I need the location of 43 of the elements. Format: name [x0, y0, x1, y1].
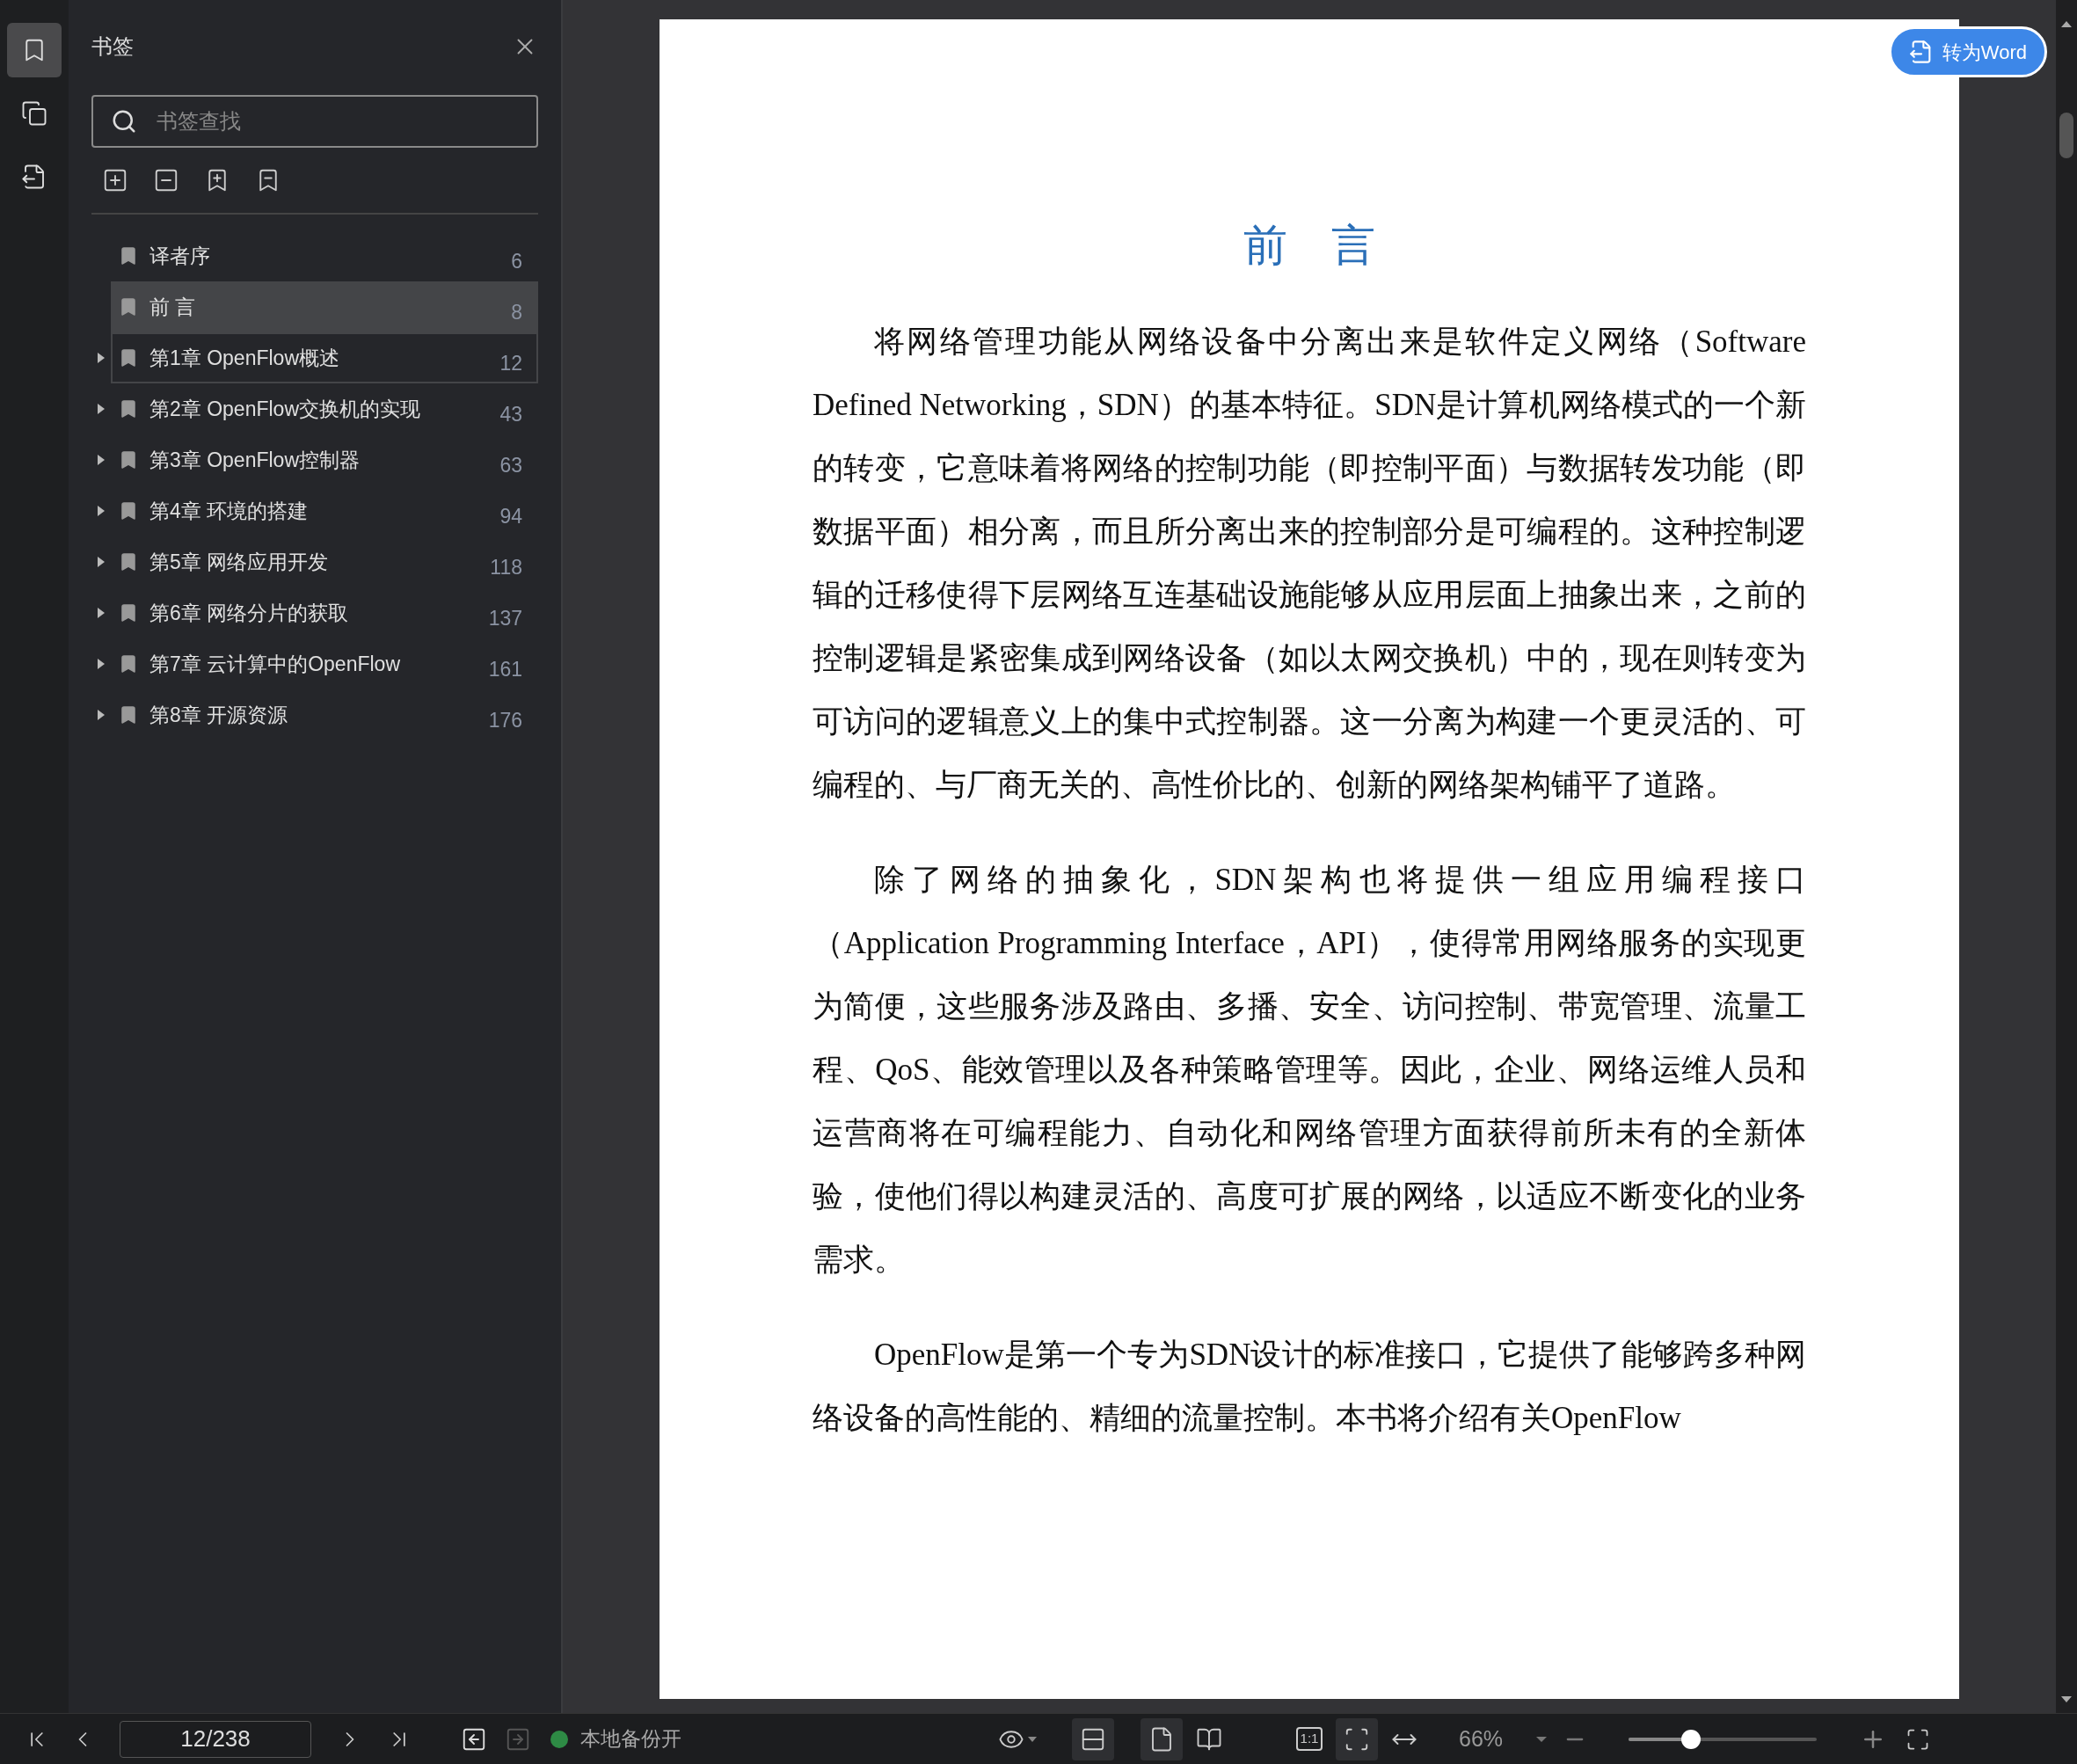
body-paragraph: 将网络管理功能从网络设备中分离出来是软件定义网络（Software Defined Networking，SDN）的基本特征。SDN是计算机网络模式的一个新的转变，它意味着将网络的控制功能（即控制平面）与数据转发功能（即数据平面）相分离，而且所分离出来的控制部分是可编程的。这种控制逻辑的迁移使得下层网络互连基础设施能够从应用层面上抽象出来，之前的控制逻辑是紧密集成到网络设备（如以太网交换机）中的，现在则转变为可访问的逻辑意义上的集中式控制器。这一分离为构建一个更灵活的、可编程的、与厂商无关的、高性价比的、创新的网络架构铺平了道路。 [813, 324, 1806, 804]
expand-all-icon[interactable] [102, 167, 128, 193]
bookmark-item[interactable]: 第1章 OpenFlow概述 12 [111, 332, 538, 383]
bookmark-item[interactable]: 第3章 OpenFlow控制器 63 [111, 434, 538, 485]
panel-title: 书签 [91, 33, 134, 60]
body-paragraph: OpenFlow是第一个专为SDN设计的标准接口，它提供了能够跨多种网络设备的高性能的、精细的流量控制。本书将介绍有关OpenFlow [813, 1337, 1806, 1437]
expand-arrow-icon[interactable] [97, 556, 106, 568]
expand-arrow-icon[interactable] [97, 454, 106, 466]
expand-arrow-icon[interactable] [97, 352, 106, 364]
expand-arrow-icon[interactable] [97, 607, 106, 619]
actual-view-button[interactable]: 1:1 [1288, 1717, 1330, 1760]
scrollbar-thumb[interactable] [2059, 113, 2073, 158]
bookmarks-tab[interactable] [7, 23, 62, 77]
expand-arrow-icon[interactable] [97, 505, 106, 517]
zoom-slider-thumb[interactable] [1680, 1729, 1701, 1749]
bookmark-item[interactable]: 第6章 网络分片的获取 137 [111, 587, 538, 638]
expand-arrow-icon[interactable] [97, 709, 106, 721]
bookmark-item[interactable]: 第4章 环境的搭建 94 [111, 485, 538, 536]
bookmark-item[interactable]: 第5章 网络应用开发 118 [111, 536, 538, 587]
caret-icon [1028, 1735, 1037, 1743]
search-icon [111, 108, 137, 135]
expand-arrow-icon[interactable] [97, 658, 106, 670]
expand-arrow-icon[interactable] [97, 403, 106, 415]
page-heading: 前 言 [1243, 220, 1376, 272]
pages-icon [21, 100, 47, 127]
scroll-up-icon [2060, 19, 2073, 28]
page-number-field[interactable]: 12/238 [120, 1720, 311, 1758]
scrollbar[interactable] [2056, 0, 2077, 1713]
search-field[interactable]: 书签查找 [91, 95, 538, 148]
scroll-down-icon [2060, 1695, 2073, 1704]
fit-page-view-button[interactable] [1336, 1717, 1378, 1760]
bookmark-item[interactable]: 第8章 开源资源 176 [111, 689, 538, 740]
zoom-value: 66% [1459, 1724, 1504, 1753]
zoom-dropdown-icon[interactable] [1536, 1735, 1548, 1743]
collapse-all-icon[interactable] [153, 167, 179, 193]
bookmark-item[interactable]: 第2章 OpenFlow交换机的实现 43 [111, 383, 538, 434]
bookmark-item[interactable]: 第7章 云计算中的OpenFlow 161 [111, 638, 538, 689]
backup-status: 本地备份开 [580, 1726, 681, 1753]
continuous-view-button[interactable] [1072, 1717, 1114, 1760]
single-view-button[interactable] [1141, 1717, 1183, 1760]
bookmark-item[interactable]: 译者序 6 [111, 230, 538, 281]
bookmark-item[interactable]: 前 言 8 [111, 281, 538, 332]
body-paragraph: 除了网络的抽象化，SDN架构也将提供一组应用编程接口（Application Programming Interface，API），使得常用网络服务的实现更为简便，这些服务涉及路由、多播、安全、访问控制、带宽管理、流量工程、QoS、能效管理以及各种策略管理等。因此，企业、网络运维人员和运营商将在可编程能力、自动化和网络管理方面获得前所未有的全新体验，使他们得以构建灵活的、高度可扩展的网络，以适应不断变化的业务需求。 [813, 862, 1806, 1279]
